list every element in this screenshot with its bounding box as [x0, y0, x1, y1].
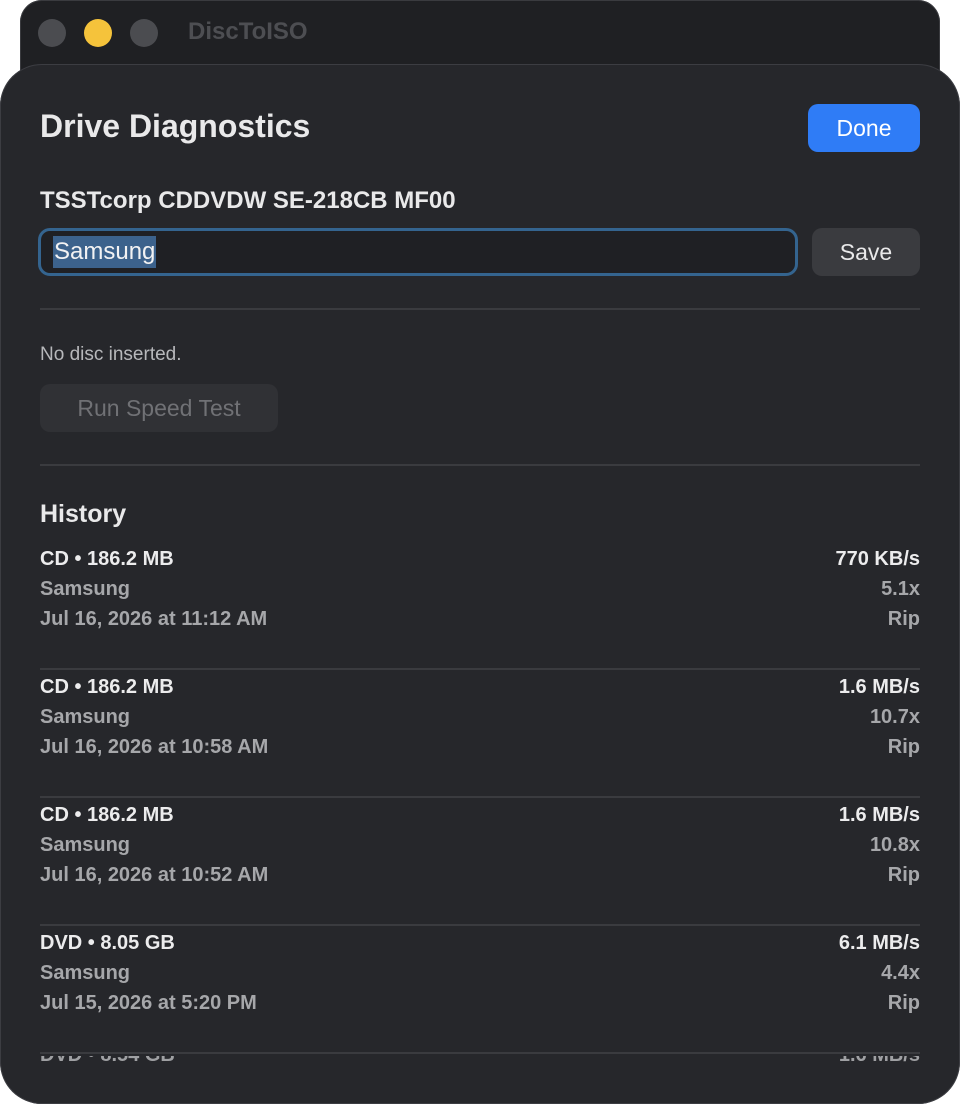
history-media: CD • 186.2 MB [40, 804, 174, 826]
history-media: CD • 186.2 MB [40, 548, 174, 570]
history-heading: History [40, 500, 127, 528]
history-date: Jul 16, 2026 at 10:52 AM [40, 864, 269, 886]
history-kind: Rip [887, 864, 920, 886]
history-row: CD • 186.2 MB Samsung Jul 16, 2026 at 10… [40, 798, 920, 926]
history-drive: Samsung [40, 706, 131, 728]
drive-nickname-input[interactable]: Samsung [38, 228, 798, 276]
history-media: CD • 186.2 MB [40, 676, 174, 698]
history-drive: Samsung [40, 578, 131, 600]
history-row: CD • 186.2 MB Samsung Jul 16, 2026 at 10… [40, 670, 920, 798]
drive-nickname-value: Samsung [53, 236, 157, 268]
history-speed: 1.6 MB/s [839, 1056, 920, 1067]
zoom-window-button[interactable] [130, 19, 158, 47]
history-multiplier: 10.8x [869, 834, 920, 856]
sheet-title: Drive Diagnostics [40, 108, 311, 144]
close-window-button[interactable] [38, 19, 66, 47]
history-speed: 6.1 MB/s [838, 932, 920, 954]
save-button[interactable]: Save [812, 228, 920, 276]
history-list: CD • 186.2 MB Samsung Jul 16, 2026 at 11… [40, 542, 920, 1054]
history-speed: 1.6 MB/s [838, 676, 920, 698]
drive-diagnostics-sheet: Drive Diagnostics Done TSSTcorp CDDVDW S… [0, 64, 960, 1104]
history-media: DVD • 8.05 GB [40, 932, 175, 954]
history-drive: Samsung [40, 962, 131, 984]
minimize-window-button[interactable] [84, 19, 112, 47]
history-drive: Samsung [40, 834, 131, 856]
history-multiplier: 4.4x [881, 962, 920, 984]
disc-status-text: No disc inserted. [40, 344, 182, 365]
history-date: Jul 16, 2026 at 10:58 AM [40, 736, 269, 758]
history-multiplier: 10.7x [869, 706, 920, 728]
done-button[interactable]: Done [808, 104, 920, 152]
history-speed: 770 KB/s [835, 548, 921, 570]
history-speed: 1.6 MB/s [838, 804, 920, 826]
history-kind: Rip [887, 736, 920, 758]
history-date: Jul 16, 2026 at 11:12 AM [40, 608, 268, 630]
history-media: DVD • 8.54 GB [40, 1056, 175, 1067]
divider [40, 464, 920, 466]
history-date: Jul 15, 2026 at 5:20 PM [40, 992, 257, 1014]
history-row-partial: DVD • 8.54 GB 1.6 MB/s [40, 1056, 920, 1076]
divider [40, 308, 920, 310]
history-kind: Rip [887, 992, 920, 1014]
history-kind: Rip [887, 608, 920, 630]
history-row: DVD • 8.05 GB Samsung Jul 15, 2026 at 5:… [40, 926, 920, 1054]
window-title: DiscToISO [188, 18, 308, 45]
drive-name-label: TSSTcorp CDDVDW SE-218CB MF00 [40, 187, 456, 214]
history-row: CD • 186.2 MB Samsung Jul 16, 2026 at 11… [40, 542, 920, 670]
history-multiplier: 5.1x [881, 578, 920, 600]
run-speed-test-button[interactable]: Run Speed Test [40, 384, 278, 432]
